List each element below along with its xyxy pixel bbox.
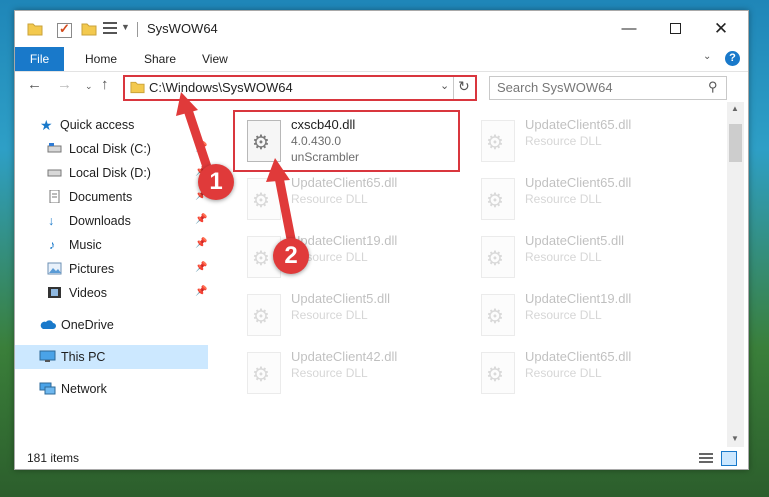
callout-step-1: 1 xyxy=(198,164,234,200)
callout-step-2: 2 xyxy=(273,238,309,274)
annotation-arrows xyxy=(176,92,297,249)
